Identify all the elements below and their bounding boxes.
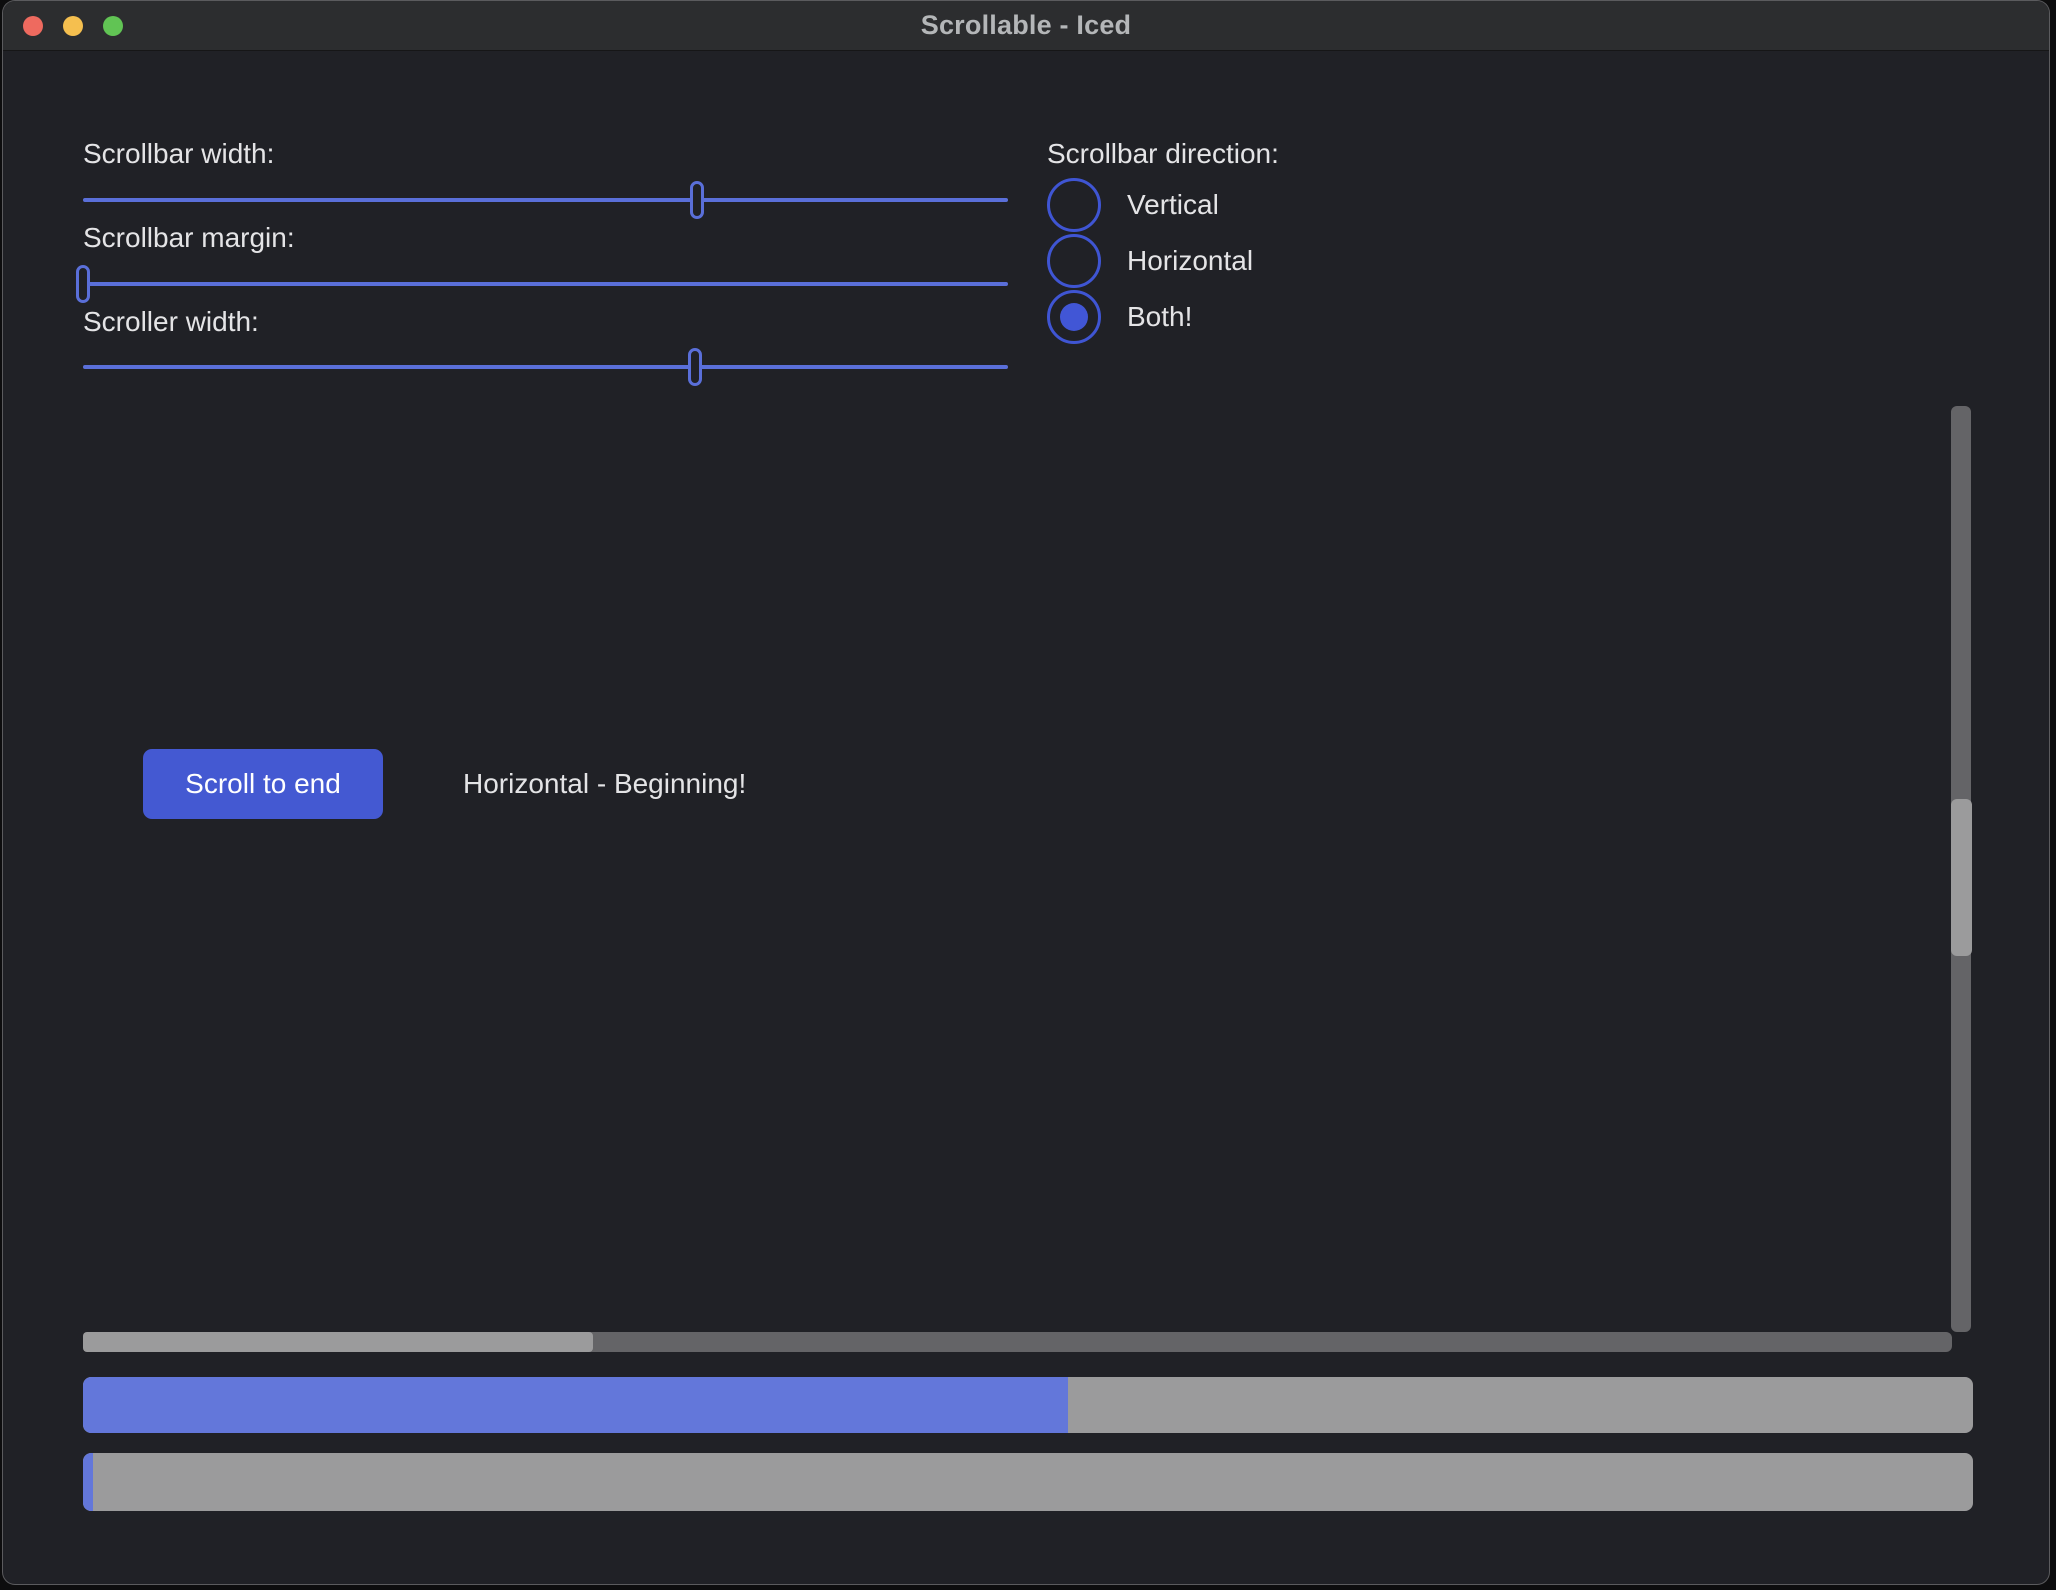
scrollbar-margin-label: Scrollbar margin: — [83, 222, 295, 254]
radio-selected-dot-icon — [1060, 303, 1088, 331]
close-window-button[interactable] — [23, 16, 43, 36]
radio-circle-icon — [1047, 178, 1101, 232]
radio-option-vertical[interactable]: Vertical — [1047, 177, 1219, 233]
scroller-width-slider[interactable] — [83, 365, 1008, 369]
horizontal-progress-fill — [83, 1377, 1068, 1433]
scroll-status-text: Horizontal - Beginning! — [463, 749, 746, 819]
radio-option-label: Vertical — [1127, 189, 1219, 221]
radio-circle-icon — [1047, 234, 1101, 288]
scrollbar-margin-slider[interactable] — [83, 282, 1008, 286]
scroller-width-label: Scroller width: — [83, 306, 259, 338]
radio-circle-icon — [1047, 290, 1101, 344]
scroller-width-slider-handle[interactable] — [688, 348, 702, 386]
vertical-progress-bar — [83, 1453, 1973, 1511]
minimize-window-button[interactable] — [63, 16, 83, 36]
scrollbar-width-slider[interactable] — [83, 198, 1008, 202]
radio-option-label: Both! — [1127, 301, 1192, 333]
zoom-window-button[interactable] — [103, 16, 123, 36]
scroll-to-end-button[interactable]: Scroll to end — [143, 749, 383, 819]
window-title: Scrollable - Iced — [921, 10, 1131, 41]
radio-option-label: Horizontal — [1127, 245, 1253, 277]
scrollbar-width-slider-handle[interactable] — [690, 181, 704, 219]
horizontal-scrollbar-thumb[interactable] — [83, 1332, 593, 1352]
traffic-lights — [23, 16, 123, 36]
radio-option-horizontal[interactable]: Horizontal — [1047, 233, 1253, 289]
vertical-progress-fill — [83, 1453, 93, 1511]
app-window: Scrollable - Iced Scrollbar width: Scrol… — [2, 0, 2050, 1585]
scrollbar-direction-label: Scrollbar direction: — [1047, 138, 1279, 170]
horizontal-progress-bar — [83, 1377, 1973, 1433]
scrollbar-width-label: Scrollbar width: — [83, 138, 274, 170]
titlebar[interactable]: Scrollable - Iced — [3, 1, 2049, 51]
scrollbar-margin-slider-handle[interactable] — [76, 265, 90, 303]
radio-option-both[interactable]: Both! — [1047, 289, 1192, 345]
vertical-scrollbar-thumb[interactable] — [1951, 799, 1972, 956]
